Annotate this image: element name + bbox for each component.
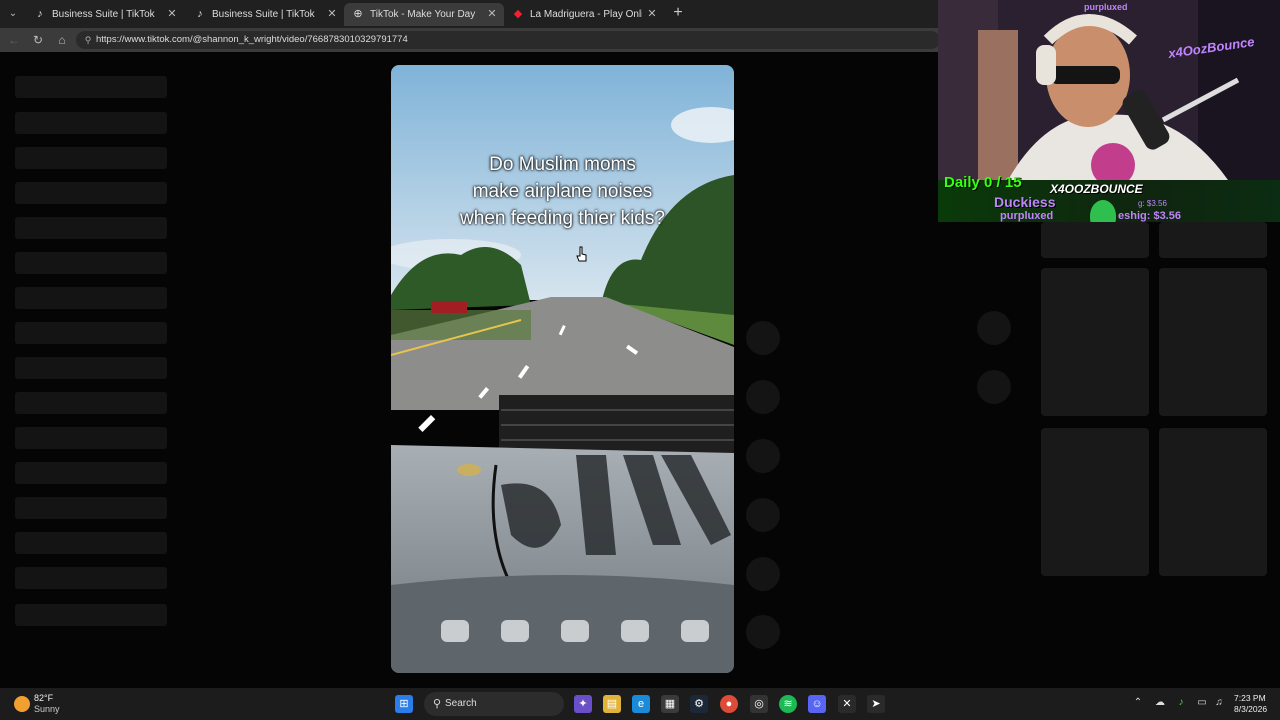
- sidebar-skeleton-item: [15, 392, 167, 414]
- comment-button-placeholder[interactable]: [746, 380, 780, 414]
- sidebar-skeleton-item: [15, 147, 167, 169]
- sidebar-skeleton-item: [15, 532, 167, 554]
- action-button-placeholder[interactable]: [746, 557, 780, 591]
- related-videos-panel: [1024, 222, 1280, 688]
- tab-close-icon[interactable]: ✕: [166, 3, 178, 26]
- tab-close-icon[interactable]: ✕: [486, 3, 498, 26]
- volume-icon[interactable]: ♫: [1212, 696, 1226, 710]
- chrome-icon[interactable]: ●: [720, 695, 738, 713]
- tab-actions-chevron-icon[interactable]: ⌄: [4, 6, 22, 22]
- obs-icon[interactable]: ◎: [750, 695, 768, 713]
- overlay-donation-small: g: $3.56: [1138, 199, 1167, 208]
- streamer-name: X4OOZBOUNCE: [1050, 182, 1143, 196]
- start-windows-icon[interactable]: ⊞: [395, 695, 413, 713]
- related-video-thumbnail[interactable]: [1041, 222, 1149, 258]
- back-icon[interactable]: ←: [6, 32, 22, 48]
- sidebar-skeleton-item: [15, 497, 167, 519]
- nav-down-button-placeholder[interactable]: [977, 370, 1011, 404]
- share-button-placeholder[interactable]: [746, 498, 780, 532]
- video-caption: Do Muslim moms make airplane noises when…: [391, 151, 734, 232]
- related-video-thumbnail[interactable]: [1041, 268, 1149, 416]
- sidebar-skeleton-item: [15, 182, 167, 204]
- clock-date[interactable]: 8/3/2026: [1234, 704, 1267, 714]
- bookmark-button-placeholder[interactable]: [746, 439, 780, 473]
- overlay-brand-top: purpluxed: [1084, 2, 1128, 12]
- tab-label: Business Suite | TikTok: [52, 9, 155, 20]
- sidebar-skeleton-item: [15, 427, 167, 449]
- caption-line: make airplane noises: [472, 181, 653, 202]
- sidebar-skeleton-item: [15, 252, 167, 274]
- tab-close-icon[interactable]: ✕: [326, 3, 338, 26]
- taskbar-search[interactable]: ⚲ Search: [424, 692, 564, 716]
- network-icon[interactable]: ▭: [1195, 696, 1209, 710]
- steam-icon[interactable]: ⚙: [690, 695, 708, 713]
- tab-business-suite-2[interactable]: ♪ Business Suite | TikTok ✕: [186, 3, 344, 26]
- caption-line: Do Muslim moms: [489, 154, 636, 175]
- store-icon[interactable]: ▦: [661, 695, 679, 713]
- windows-taskbar: 82°F Sunny ⊞ ⚲ Search ✦ ▤ e ▦ ⚙ ● ◎ ≋ ☺ …: [0, 688, 1280, 720]
- action-button-placeholder[interactable]: [746, 615, 780, 649]
- sidebar-skeleton-item: [15, 287, 167, 309]
- sidebar-skeleton-item: [15, 322, 167, 344]
- webcam-overlay: purpluxed x4OozBounce Daily 0 / 15 X4OOZ…: [938, 0, 1280, 222]
- tiktok-icon: ♪: [37, 8, 43, 20]
- tab-business-suite-1[interactable]: ♪ Business Suite | TikTok ✕: [26, 3, 184, 26]
- sidebar-skeleton-item: [15, 567, 167, 589]
- like-button-placeholder[interactable]: [746, 321, 780, 355]
- clock-time[interactable]: 7:23 PM: [1234, 693, 1266, 703]
- sidebar-skeleton-item: [15, 357, 167, 379]
- related-video-thumbnail[interactable]: [1041, 428, 1149, 576]
- tray-overflow-icon[interactable]: ⌃: [1131, 696, 1145, 710]
- search-label: Search: [445, 698, 477, 709]
- search-icon: ⚲: [432, 698, 442, 710]
- daily-goal-counter: Daily 0 / 15: [944, 174, 1022, 191]
- tab-la-madriguera[interactable]: ◆ La Madriguera - Play Online With ✕: [504, 3, 664, 26]
- url-text: https://www.tiktok.com/@shannon_k_wright…: [96, 34, 408, 45]
- tab-close-icon[interactable]: ✕: [646, 3, 658, 26]
- new-tab-button[interactable]: +: [670, 4, 686, 22]
- tab-label: TikTok - Make Your Day: [370, 9, 476, 20]
- latest-donation: eshig: $3.56: [1118, 210, 1181, 222]
- weather-condition[interactable]: Sunny: [34, 704, 60, 714]
- game-icon: ◆: [513, 8, 523, 20]
- file-explorer-icon[interactable]: ▤: [603, 695, 621, 713]
- xbox-icon[interactable]: ✕: [838, 695, 856, 713]
- nav-up-button-placeholder[interactable]: [977, 311, 1011, 345]
- caption-line: when feeding thier kids?: [460, 208, 665, 229]
- microphone-icon[interactable]: ♪: [1174, 696, 1188, 710]
- onedrive-icon[interactable]: ☁: [1153, 696, 1167, 710]
- latest-follower: Duckiess: [994, 194, 1056, 210]
- sidebar-skeleton-item: [15, 462, 167, 484]
- discord-icon[interactable]: ☺: [808, 695, 826, 713]
- spotify-icon[interactable]: ≋: [779, 695, 797, 713]
- refresh-icon[interactable]: ↻: [30, 32, 46, 48]
- related-video-thumbnail[interactable]: [1159, 222, 1267, 258]
- app-icon[interactable]: ➤: [867, 695, 885, 713]
- overlay-brand: purpluxed: [1000, 210, 1054, 222]
- site-info-icon[interactable]: ⚲: [82, 34, 94, 46]
- url-field[interactable]: ⚲ https://www.tiktok.com/@shannon_k_wrig…: [76, 31, 940, 49]
- globe-icon: ⊕: [353, 8, 363, 20]
- weather-sun-icon[interactable]: [14, 696, 30, 712]
- sidebar-skeleton-item: [15, 217, 167, 239]
- edge-browser-icon[interactable]: e: [632, 695, 650, 713]
- sidebar-skeleton-item: [15, 112, 167, 134]
- tiktok-icon: ♪: [197, 8, 203, 20]
- hand-cursor-icon: [576, 246, 587, 262]
- copilot-icon[interactable]: ✦: [574, 695, 592, 713]
- tab-label: Business Suite | TikTok: [212, 9, 315, 20]
- home-icon[interactable]: ⌂: [54, 32, 70, 48]
- tab-tiktok-active[interactable]: ⊕ TikTok - Make Your Day ✕: [344, 3, 504, 26]
- video-player[interactable]: Do Muslim moms make airplane noises when…: [391, 65, 734, 673]
- related-video-thumbnail[interactable]: [1159, 268, 1267, 416]
- sidebar-skeleton-item: [15, 76, 167, 98]
- weather-temperature[interactable]: 82°F: [34, 693, 53, 703]
- related-video-thumbnail[interactable]: [1159, 428, 1267, 576]
- tab-label: La Madriguera - Play Online With: [530, 9, 642, 20]
- sidebar-skeleton-item: [15, 604, 167, 626]
